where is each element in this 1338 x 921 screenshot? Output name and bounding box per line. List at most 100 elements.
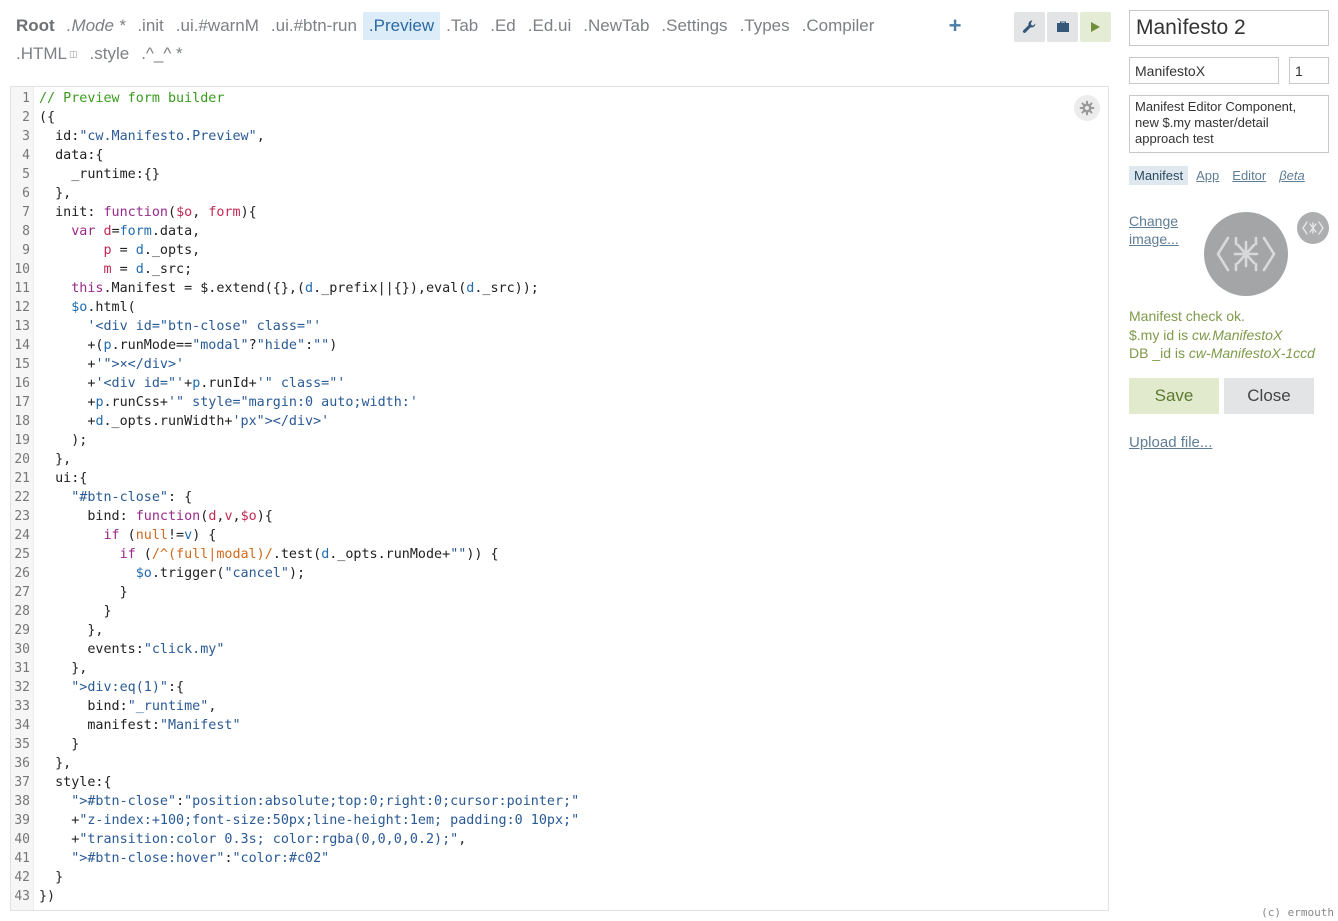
status-check: Manifest check ok.: [1129, 308, 1245, 324]
tab-newtab[interactable]: .NewTab: [577, 12, 655, 40]
add-tab-button[interactable]: +: [945, 14, 965, 38]
code-line[interactable]: 10 m = d._src;: [11, 260, 1108, 279]
code-line[interactable]: 13 '<div id="btn-close" class="': [11, 317, 1108, 336]
tab-ui-btn-run[interactable]: .ui.#btn-run: [265, 12, 363, 40]
code-token: ) {: [192, 528, 217, 543]
code-token: this: [71, 281, 104, 296]
code-token: id:: [39, 129, 80, 144]
code-line[interactable]: 11 this.Manifest = $.extend({},(d._prefi…: [11, 279, 1108, 298]
code-line[interactable]: 35 }: [11, 735, 1108, 754]
code-content[interactable]: 1 // Preview form builder 2 ({ 3 id:"cw.Mani…: [11, 89, 1108, 906]
tab-root[interactable]: Root: [10, 12, 61, 40]
code-line[interactable]: 33 bind:"_runtime",: [11, 697, 1108, 716]
code-line[interactable]: 29 },: [11, 621, 1108, 640]
tab-style[interactable]: .style: [84, 40, 136, 68]
code-line[interactable]: 4 data:{: [11, 146, 1108, 165]
code-line[interactable]: 43}): [11, 887, 1108, 906]
code-line[interactable]: 27 }: [11, 583, 1108, 602]
code-line[interactable]: 18 +d._opts.runWidth+'px"></div>': [11, 412, 1108, 431]
tab-settings[interactable]: .Settings: [655, 12, 733, 40]
tab-smiley[interactable]: .^_^ *: [135, 40, 188, 68]
upload-file-link[interactable]: Upload file...: [1129, 434, 1212, 451]
description-textarea[interactable]: Manifest Editor Component, new $.my mast…: [1129, 95, 1329, 153]
tab-mode[interactable]: .Mode *: [61, 12, 132, 40]
manifest-panel: Manifest Editor Component, new $.my mast…: [1129, 0, 1329, 921]
tab-ui-warnm[interactable]: .ui.#warnM: [170, 12, 265, 40]
code-line[interactable]: 2 ({: [11, 108, 1108, 127]
code-line[interactable]: 21 ui:{: [11, 469, 1108, 488]
line-number: 2: [22, 110, 30, 125]
settings-tool-button[interactable]: [1014, 12, 1045, 42]
code-line[interactable]: 19 );: [11, 431, 1108, 450]
code-line[interactable]: 23 bind: function(d,v,$o){: [11, 507, 1108, 526]
code-line[interactable]: 38 ">#btn-close":"position:absolute;top:…: [11, 792, 1108, 811]
code-token: '" style="margin:0 auto;width:': [168, 395, 418, 410]
code-line[interactable]: 5 _runtime:{}: [11, 165, 1108, 184]
code-line[interactable]: 32 ">div:eq(1)":{: [11, 678, 1108, 697]
code-token: ,: [256, 129, 265, 144]
line-number: 26: [14, 566, 30, 581]
code-text: },: [34, 754, 71, 773]
code-line[interactable]: 8 var d=form.data,: [11, 222, 1108, 241]
code-line[interactable]: 3 id:"cw.Manifesto.Preview",: [11, 127, 1108, 146]
code-line[interactable]: 17 +p.runCss+'" style="margin:0 auto;wid…: [11, 393, 1108, 412]
code-text: style:{: [34, 773, 111, 792]
tab-ed[interactable]: .Ed: [484, 12, 522, 40]
tab-tab[interactable]: .Tab: [440, 12, 484, 40]
code-token: .runMode==: [111, 338, 193, 353]
code-token: "hide": [256, 338, 306, 353]
tab-types[interactable]: .Types: [734, 12, 796, 40]
close-button[interactable]: Close: [1224, 378, 1314, 414]
code-line[interactable]: 7 init: function($o, form){: [11, 203, 1108, 222]
code-token: null: [135, 528, 168, 543]
code-line[interactable]: 37 style:{: [11, 773, 1108, 792]
code-line[interactable]: 12 $o.html(: [11, 298, 1108, 317]
tab-ed-ui[interactable]: .Ed.ui: [522, 12, 577, 40]
code-token: p: [103, 243, 112, 258]
subtab-manifest[interactable]: Manifest: [1129, 166, 1189, 185]
subtab-app[interactable]: App: [1191, 166, 1224, 185]
tab-html[interactable]: .HTML ◫: [10, 40, 84, 68]
version-input[interactable]: [1289, 57, 1329, 84]
editor-settings-button[interactable]: [1074, 95, 1100, 121]
code-line[interactable]: 15 +'">×</div>': [11, 355, 1108, 374]
component-name-input[interactable]: [1129, 10, 1329, 46]
code-line[interactable]: 34 manifest:"Manifest": [11, 716, 1108, 735]
code-line[interactable]: 1 // Preview form builder: [11, 89, 1108, 108]
subtab-beta[interactable]: βeta: [1274, 166, 1310, 185]
tab-preview[interactable]: .Preview: [362, 12, 441, 40]
code-line[interactable]: 16 +'<div id="'+p.runId+'" class="': [11, 374, 1108, 393]
code-line[interactable]: 9 p = d._opts,: [11, 241, 1108, 260]
code-token: }: [39, 604, 112, 619]
code-token: ({: [39, 110, 56, 125]
code-line[interactable]: 31 },: [11, 659, 1108, 678]
code-line[interactable]: 41 ">#btn-close:hover":"color:#c02": [11, 849, 1108, 868]
change-image-link[interactable]: Change image...: [1129, 212, 1199, 248]
code-line[interactable]: 20 },: [11, 450, 1108, 469]
line-number: 34: [14, 718, 30, 733]
code-line[interactable]: 36 },: [11, 754, 1108, 773]
run-button[interactable]: [1080, 12, 1111, 42]
code-text: ">div:eq(1)":{: [34, 678, 184, 697]
save-button[interactable]: Save: [1129, 378, 1219, 414]
code-line[interactable]: 26 $o.trigger("cancel");: [11, 564, 1108, 583]
code-line[interactable]: 24 if (null!=v) {: [11, 526, 1108, 545]
code-line[interactable]: 30 events:"click.my": [11, 640, 1108, 659]
code-line[interactable]: 39 +"z-index:+100;font-size:50px;line-he…: [11, 811, 1108, 830]
code-line[interactable]: 40 +"transition:color 0.3s; color:rgba(0…: [11, 830, 1108, 849]
code-line[interactable]: 42 }: [11, 868, 1108, 887]
code-line[interactable]: 14 +(p.runMode=="modal"?"hide":""): [11, 336, 1108, 355]
tab-label: .HTML: [16, 44, 67, 63]
code-line[interactable]: 25 if (/^(full|modal)/.test(d._opts.runM…: [11, 545, 1108, 564]
component-id-input[interactable]: [1129, 57, 1279, 84]
code-editor[interactable]: 1 // Preview form builder 2 ({ 3 id:"cw.Mani…: [10, 86, 1109, 911]
tab-init[interactable]: .init: [131, 12, 169, 40]
tab-compiler[interactable]: .Compiler: [796, 12, 881, 40]
code-line[interactable]: 22 "#btn-close": {: [11, 488, 1108, 507]
code-line[interactable]: 6 },: [11, 184, 1108, 203]
code-token: ,: [192, 205, 209, 220]
code-line[interactable]: 28 }: [11, 602, 1108, 621]
subtab-editor[interactable]: Editor: [1227, 166, 1271, 185]
image-options-button[interactable]: [1297, 212, 1329, 244]
bundle-tool-button[interactable]: [1047, 12, 1078, 42]
